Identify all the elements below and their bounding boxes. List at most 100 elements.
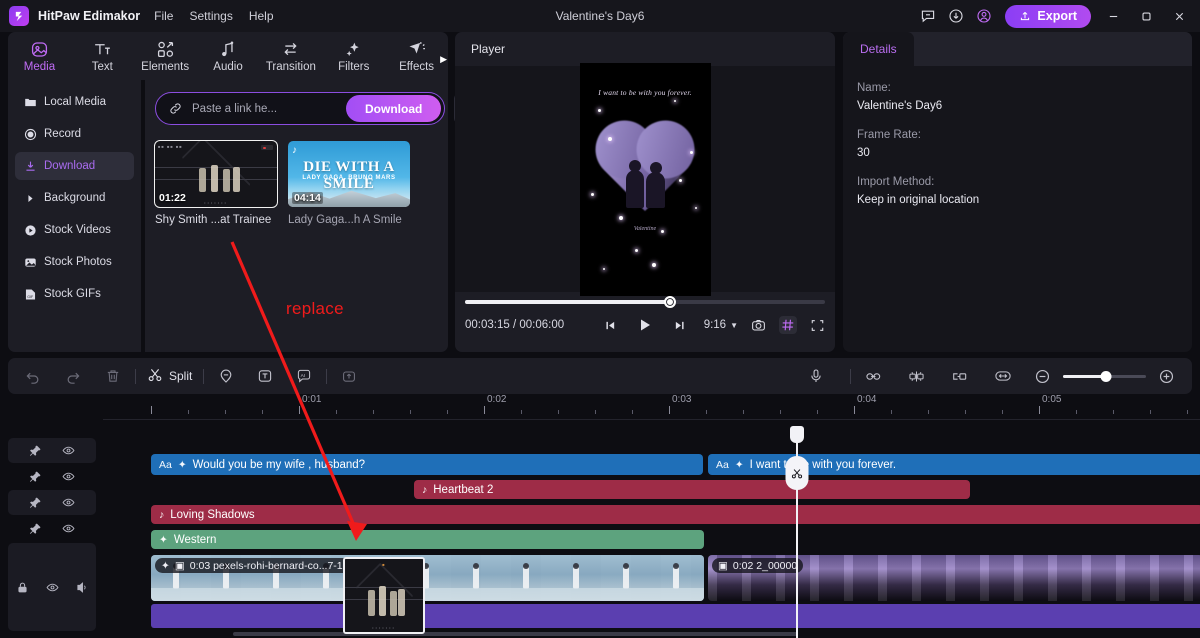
video-clip-1[interactable]: ▣ 0:02 2_00000 [708, 555, 1200, 601]
zoom-slider-handle[interactable] [1100, 370, 1112, 382]
track-header-0 [8, 438, 96, 463]
tab-elements[interactable]: Elements [134, 32, 197, 80]
export-clip-button[interactable] [338, 365, 360, 387]
redo-button[interactable] [62, 365, 84, 387]
seek-handle[interactable] [664, 296, 677, 308]
ai-button[interactable]: AI [293, 365, 315, 387]
photo-icon [24, 256, 37, 269]
fullscreen-icon[interactable] [810, 318, 825, 333]
clip-label-text-1: I want to be with you forever. [749, 458, 897, 471]
sidebar-item-local-media[interactable]: Local Media [15, 88, 134, 116]
marker-button[interactable] [215, 365, 237, 387]
playhead[interactable] [785, 426, 809, 638]
video-clip-label-1: 0:02 2_00000 [732, 559, 798, 572]
close-button[interactable] [1168, 5, 1190, 27]
playhead-split-button[interactable] [785, 456, 809, 490]
video-clip-badge-1: ▣ 0:02 2_00000 [712, 558, 804, 573]
fit-button[interactable] [991, 364, 1015, 388]
account-icon[interactable] [975, 8, 992, 25]
tab-filters[interactable]: Filters [322, 32, 385, 80]
pin-icon[interactable] [29, 496, 42, 509]
menu-bar: File Settings Help [154, 9, 273, 23]
pin-icon[interactable] [29, 522, 42, 535]
menu-settings[interactable]: Settings [189, 9, 232, 23]
pin-icon[interactable] [29, 444, 42, 457]
text-button[interactable] [254, 365, 276, 387]
eye-icon[interactable] [62, 444, 75, 457]
sidebar-label-local-media: Local Media [44, 96, 107, 108]
tab-effects[interactable]: Effects ▶ [385, 32, 448, 80]
play-button[interactable] [637, 317, 653, 333]
pin-icon[interactable] [29, 470, 42, 483]
aspect-ratio-selector[interactable]: 9:16 ▼ [704, 319, 738, 331]
timeline-horizontal-scrollbar[interactable] [233, 632, 798, 636]
sidebar-item-record[interactable]: Record [15, 120, 134, 148]
media-thumbnail-0[interactable]: ■■ ■■ ■■ ••••••• 01:22 [154, 140, 278, 208]
zoom-in-button[interactable] [1155, 365, 1178, 388]
menu-file[interactable]: File [154, 9, 173, 23]
delete-button[interactable] [102, 365, 124, 387]
feedback-icon[interactable] [919, 8, 936, 25]
video-clip-0[interactable]: ✦ ▣ 0:03 pexels-rohi-bernard-co...7-1779… [151, 555, 704, 601]
eye-icon[interactable] [62, 496, 75, 509]
undo-button[interactable] [22, 365, 44, 387]
zoom-out-button[interactable] [1031, 365, 1054, 388]
sidebar-item-background[interactable]: Background [15, 184, 134, 212]
detach-button[interactable] [948, 365, 971, 388]
tab-audio[interactable]: Audio [197, 32, 260, 80]
voiceover-button[interactable] [805, 365, 827, 387]
clip-label-audio-1: Loving Shadows [170, 508, 255, 521]
grid-icon[interactable] [779, 316, 797, 334]
clip-text-0[interactable]: Aa ✦ Would you be my wife , husband? [151, 454, 703, 475]
media-thumbnail-1[interactable]: ♪ DIE WITH A SMILE LADY GAGA, BRUNO MARS… [288, 141, 410, 207]
sidebar-item-stock-videos[interactable]: Stock Videos [15, 216, 134, 244]
media-item-0[interactable]: ■■ ■■ ■■ ••••••• 01:22 Shy Smith ...at T… [154, 140, 278, 226]
video-preview[interactable]: I want to be with you forever. Valentine [579, 62, 711, 296]
sidebar-item-stock-gifs[interactable]: GIF Stock GIFs [15, 280, 134, 308]
nav-more-arrow-icon[interactable]: ▶ [440, 54, 447, 65]
download-button[interactable]: Download [346, 95, 442, 122]
sidebar-item-stock-photos[interactable]: Stock Photos [15, 248, 134, 276]
sidebar-item-download[interactable]: Download [15, 152, 134, 180]
link-button[interactable] [862, 365, 885, 388]
mirror-button[interactable] [905, 365, 928, 388]
timeline-ruler[interactable]: 0:01 0:02 0:03 0:04 0:05 [103, 394, 1200, 420]
media-duration-0: 01:22 [159, 192, 186, 204]
link-input[interactable] [183, 102, 346, 115]
seek-bar[interactable] [465, 296, 825, 308]
split-button[interactable]: Split [147, 367, 192, 386]
prev-frame-button[interactable] [604, 319, 617, 332]
lock-icon[interactable] [16, 581, 29, 594]
clip-audio-loving-shadows[interactable]: ♪ Loving Shadows [151, 505, 1200, 524]
next-frame-button[interactable] [673, 319, 686, 332]
tab-transition-label: Transition [265, 60, 316, 73]
player-time-display: 00:03:15 / 00:06:00 [465, 319, 565, 331]
tab-details[interactable]: Details [843, 32, 914, 66]
eye-icon[interactable] [46, 581, 59, 594]
link-input-container[interactable]: Download [155, 92, 446, 125]
tab-transition[interactable]: Transition [259, 32, 322, 80]
dragged-media-thumbnail[interactable]: ■ ••••••• [343, 557, 425, 634]
clip-text-1[interactable]: Aa ✦ I want to be with you forever. [708, 454, 1200, 475]
eye-icon[interactable] [62, 522, 75, 535]
zoom-slider[interactable] [1063, 370, 1146, 382]
speaker-icon[interactable] [76, 581, 89, 594]
media-item-1[interactable]: ♪ DIE WITH A SMILE LADY GAGA, BRUNO MARS… [288, 141, 410, 226]
player-tab[interactable]: Player [455, 32, 835, 66]
download-icon[interactable] [947, 8, 964, 25]
maximize-button[interactable] [1135, 5, 1157, 27]
playhead-handle[interactable] [789, 426, 804, 443]
tab-media-label: Media [23, 60, 56, 73]
clip-effect-western[interactable]: ✦ Western [151, 530, 704, 549]
eye-icon[interactable] [62, 470, 75, 483]
minimize-button[interactable] [1102, 5, 1124, 27]
menu-help[interactable]: Help [249, 9, 274, 23]
tab-text[interactable]: Text [71, 32, 134, 80]
tab-media[interactable]: Media [8, 32, 71, 80]
clip-audio-heartbeat[interactable]: ♪ Heartbeat 2 [414, 480, 970, 499]
export-button[interactable]: Export [1005, 4, 1091, 28]
snapshot-icon[interactable] [751, 318, 766, 333]
chevron-right-icon [24, 192, 37, 205]
sparkle-icon: ✦ [159, 533, 168, 546]
app-logo-icon [9, 6, 29, 26]
